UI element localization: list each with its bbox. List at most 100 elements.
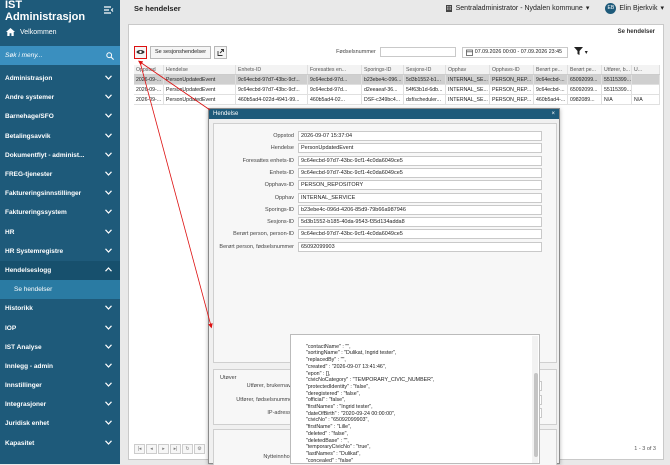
column-header[interactable]: Hendelse [164, 65, 236, 74]
sidebar-item[interactable]: Faktureringsinnstillinger [0, 184, 120, 203]
sidebar-item[interactable]: Barnehage/SFO [0, 107, 120, 126]
sidebar-item[interactable]: Administrasjon [0, 69, 120, 88]
chevron-down-icon [105, 440, 112, 447]
column-header[interactable]: U... [632, 65, 660, 74]
table-cell: 9c64ecbd-97d... [308, 85, 362, 94]
filter-icon[interactable] [573, 47, 583, 57]
field-label: Oppstod [273, 133, 294, 139]
table-cell: d2eeaeaf-36... [362, 85, 404, 94]
fnr-label: Fødselsnummer [336, 49, 376, 55]
table-cell [632, 85, 660, 94]
sidebar-item[interactable]: Innstillinger [0, 376, 120, 395]
sidebar-item[interactable]: Integrasjoner [0, 395, 120, 414]
refresh-button[interactable]: ↻ [182, 444, 193, 454]
view-event-button[interactable] [134, 45, 147, 59]
session-events-button[interactable]: Se sesjonshendelser [150, 45, 212, 59]
date-range-input[interactable]: 07.09.2026 00:00 - 07.09.2026 23:45 [461, 46, 568, 58]
field-label: Sporings-ID [264, 206, 294, 213]
column-header[interactable]: Sporings-ID [362, 65, 404, 74]
field-value[interactable]: 5d3b1552-b185-40da-9543-f35d134adda8 [298, 217, 542, 228]
sidebar-item[interactable]: Betalingsavvik [0, 127, 120, 146]
table-row[interactable]: 2026-09-... PersonUpdatedEvent 460b5ad4-02… [134, 95, 660, 105]
table-cell: 2026-09-... [134, 95, 164, 104]
table-cell: 0982089... [568, 95, 602, 104]
table-cell: 54f63b1d-6db... [404, 85, 446, 94]
prev-page-button[interactable]: ◂ [146, 444, 157, 454]
date-range-value: 07.09.2026 00:00 - 07.09.2026 23:45 [474, 49, 562, 55]
column-header[interactable]: Oppstod [134, 65, 164, 74]
first-page-button[interactable]: |◂ [134, 444, 145, 454]
home-link[interactable]: Velkommen [0, 22, 120, 42]
field-value[interactable]: INTERNAL_SERVICE [298, 192, 542, 203]
fnr-input[interactable] [379, 47, 456, 57]
sidebar-item-label: Juridisk enhet [5, 420, 50, 428]
table-cell: 2026-09-... [134, 75, 164, 84]
avatar[interactable]: EB [605, 2, 617, 14]
chevron-down-icon[interactable]: ▾ [585, 49, 588, 56]
table-cell: 65092099... [568, 85, 602, 94]
field-value[interactable]: 9c64ecbd-97d7-43bc-9cf1-4c0da6049ce5 [298, 155, 542, 166]
sidebar-item[interactable]: Hendelseslogg [0, 260, 120, 281]
sidebar-item-label: IOP [5, 324, 17, 332]
field-row: Berørt person, person-ID 9c64ecbd-97d7-43… [214, 228, 554, 240]
field-value[interactable]: 65092099903 [298, 241, 542, 252]
table-cell: INTERNAL_SE... [446, 95, 490, 104]
column-header[interactable]: Opphavs-ID [490, 65, 534, 74]
chevron-down-icon[interactable]: ▾ [586, 4, 590, 12]
field-row: Sesjons-ID 5d3b1552-b185-40da-9543-f35d13… [214, 216, 554, 228]
sidebar-item[interactable]: FREG-tjenester [0, 165, 120, 184]
field-value[interactable]: 9c64ecbd-97d7-43bc-9cf1-4c0da6049ce5 [298, 167, 542, 178]
table-cell: 460b5ad4-... [534, 95, 568, 104]
sidebar-item[interactable]: Historikk [0, 299, 120, 318]
field-value[interactable]: b23ebe4c-096d-4206-85d9-79b66a987946 [298, 204, 542, 215]
export-button[interactable] [214, 45, 228, 59]
column-header[interactable]: Berørt pe... [568, 65, 602, 74]
column-header[interactable]: Opphav [446, 65, 490, 74]
table-row[interactable]: 2026-09-... PersonUpdatedEvent 9c64ecbd-97… [134, 75, 660, 85]
column-header[interactable]: Berørt pe... [534, 65, 568, 74]
close-icon[interactable]: × [551, 111, 555, 117]
collapse-menu-icon[interactable] [104, 5, 114, 17]
payload-textarea[interactable]: "contactName" : "", "sortingName" : "Dul… [290, 334, 540, 464]
field-value[interactable]: 2026-09-07 15:37:04 [298, 131, 542, 141]
sidebar-item[interactable]: HR [0, 223, 120, 242]
eye-icon [136, 50, 145, 54]
payload-scroll-thumb[interactable] [534, 373, 538, 457]
table-row[interactable]: 2026-09-... PersonUpdatedEvent 9c64ecbd-97… [134, 85, 660, 95]
sidebar-item[interactable]: Faktureringssystem [0, 203, 120, 222]
table-cell: 2026-09-... [134, 85, 164, 94]
nav-list: Administrasjon Andre systemer Barnehage/SF… [0, 69, 120, 453]
field-value[interactable]: 9c64ecbd-97d7-43bc-9cf1-4c0da6049ce5 [298, 229, 542, 240]
sidebar-item[interactable]: HR Systemregistre [0, 242, 120, 261]
column-header[interactable]: Foresattes en... [308, 65, 362, 74]
chevron-down-icon[interactable]: ▾ [660, 4, 664, 12]
table-cell: PERSON_REP... [490, 75, 534, 84]
sidebar-item[interactable]: IST Analyse [0, 338, 120, 357]
sidebar-item[interactable]: Dokumentflyt - administ... [0, 146, 120, 165]
sidebar-item[interactable]: Andre systemer [0, 88, 120, 107]
pager-info: 1 - 3 of 3 [634, 446, 656, 452]
table-cell: 55115399... [604, 75, 632, 84]
table-cell: DSF-c349bc4... [362, 95, 404, 104]
user-name[interactable]: Elin Bjerkvik [619, 5, 657, 12]
field-value[interactable]: PERSON_REPOSITORY [298, 180, 542, 191]
next-page-button[interactable]: ▸ [158, 444, 169, 454]
field-row: Opphavs-ID PERSON_REPOSITORY [214, 179, 554, 191]
sidebar-item[interactable]: IOP [0, 318, 120, 337]
sidebar-item[interactable]: Innlegg - admin [0, 357, 120, 376]
column-header[interactable]: Sesjons-ID [404, 65, 446, 74]
settings-button[interactable]: ⚙ [194, 444, 205, 454]
column-header[interactable]: Enhets-ID [236, 65, 308, 74]
field-value[interactable]: PersonUpdatedEvent [298, 143, 542, 154]
events-table: Oppstod Hendelse Enhets-ID Foresattes en...… [134, 65, 660, 105]
role-selector[interactable]: Sentraladministrator - Nydalen kommune [456, 5, 583, 12]
payload-text: "contactName" : "", "sortingName" : "Dul… [305, 343, 435, 464]
sidebar-item[interactable]: Kapasitet [0, 434, 120, 453]
sidebar-item[interactable]: Se hendelser [0, 280, 120, 300]
last-page-button[interactable]: ▸| [170, 444, 181, 454]
chevron-down-icon [105, 382, 112, 389]
menu-search-input[interactable]: Søk i meny... [0, 46, 120, 65]
chevron-down-icon [105, 305, 112, 312]
column-header[interactable]: Utfører, b... [602, 65, 632, 74]
sidebar-item[interactable]: Juridisk enhet [0, 414, 120, 433]
